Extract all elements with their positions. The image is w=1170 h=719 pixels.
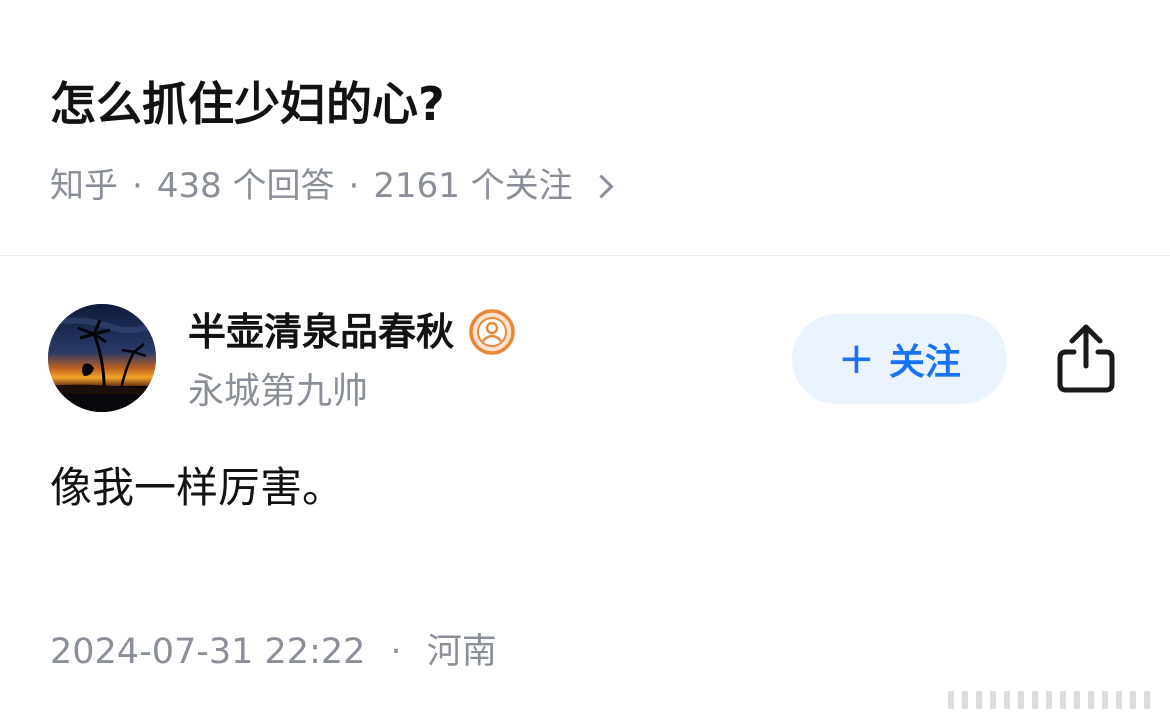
- author-bio: 永城第九帅: [188, 371, 369, 412]
- answer-location: 河南: [426, 632, 497, 672]
- share-icon[interactable]: [1054, 322, 1118, 394]
- question-title[interactable]: 怎么抓住少妇的心?: [50, 72, 445, 136]
- meta-separator: ·: [132, 166, 143, 206]
- meta-separator: ·: [348, 166, 360, 206]
- chevron-right-icon[interactable]: [589, 173, 614, 199]
- answer-card: 半壶清泉品春秋 永城第九帅 + 关注 像我一样厉害。 2024-07-31 22…: [0, 256, 1170, 719]
- question-header: 怎么抓住少妇的心? 知乎 · 438 个回答 · 2161 个关注: [0, 0, 1170, 256]
- author-name-row[interactable]: 半壶清泉品春秋: [188, 306, 516, 358]
- answer-meta: 2024-07-31 22:22 · 河南: [50, 628, 497, 676]
- follow-button[interactable]: + 关注: [792, 314, 1007, 404]
- follow-label: 关注: [888, 342, 961, 383]
- answer-content[interactable]: 像我一样厉害。: [50, 458, 344, 518]
- plus-icon: +: [838, 333, 875, 384]
- user-badge-icon: [469, 309, 515, 355]
- watermark-logo: [948, 691, 1150, 709]
- meta-separator: ·: [390, 632, 402, 672]
- source-label: 知乎: [50, 166, 118, 206]
- followers-count: 2161 个关注: [373, 166, 573, 206]
- avatar[interactable]: [48, 304, 156, 412]
- answer-datetime: 2024-07-31 22:22: [50, 632, 366, 672]
- answers-count: 438 个回答: [156, 166, 335, 206]
- author-name: 半壶清泉品春秋: [188, 310, 455, 354]
- avatar-image: [48, 304, 156, 412]
- question-meta[interactable]: 知乎 · 438 个回答 · 2161 个关注: [50, 164, 614, 208]
